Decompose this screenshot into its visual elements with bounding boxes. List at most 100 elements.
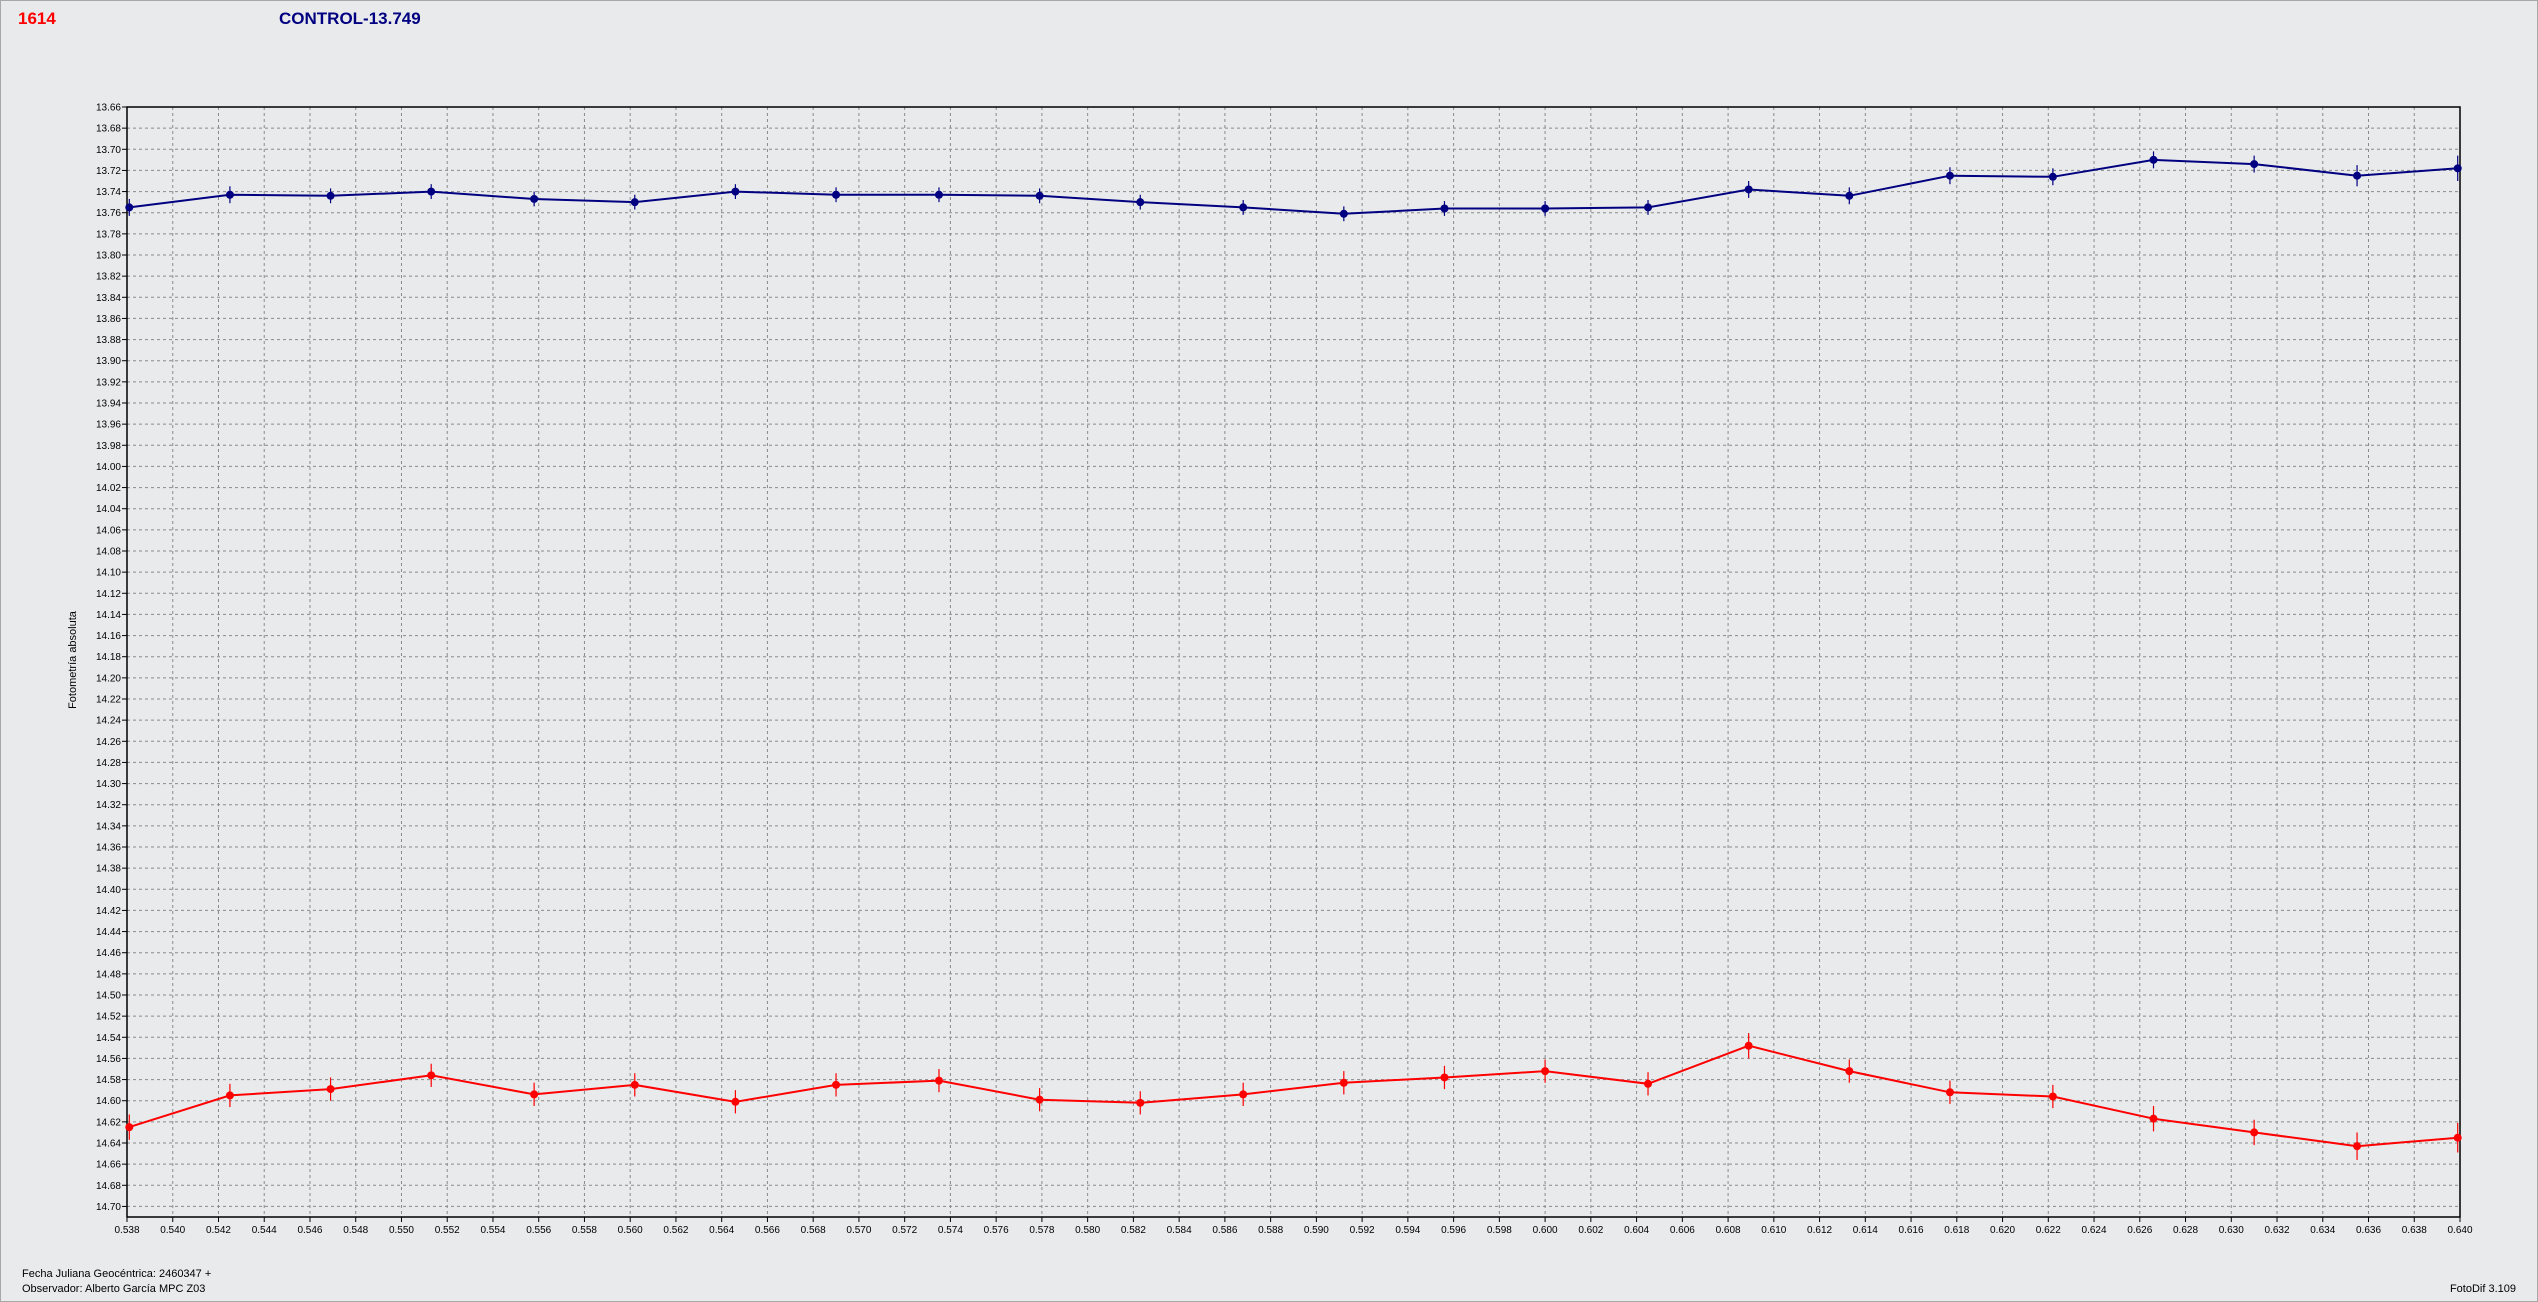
data-point	[225, 190, 234, 199]
data-point	[2048, 1092, 2057, 1101]
data-point	[1541, 204, 1550, 213]
data-point	[630, 198, 639, 207]
x-tick-label: 0.614	[1853, 1225, 1878, 1236]
data-point	[1035, 1095, 1044, 1104]
julian-date-label: Fecha Juliana Geocéntrica: 2460347 +	[22, 1268, 212, 1280]
x-tick-label: 0.548	[343, 1225, 368, 1236]
plot-area	[127, 107, 2460, 1217]
y-tick-label: 13.68	[96, 124, 121, 135]
data-point	[1945, 1088, 1954, 1097]
y-tick-label: 13.92	[96, 377, 121, 388]
data-point	[2453, 164, 2462, 173]
data-point	[1136, 198, 1145, 207]
x-tick-label: 0.574	[938, 1225, 963, 1236]
y-tick-label: 14.48	[96, 969, 121, 980]
y-tick-label: 14.68	[96, 1181, 121, 1192]
y-tick-label: 13.78	[96, 229, 121, 240]
y-tick-label: 13.72	[96, 166, 121, 177]
x-tick-label: 0.618	[1944, 1225, 1969, 1236]
x-tick-label: 0.616	[1899, 1225, 1924, 1236]
y-tick-label: 14.50	[96, 991, 121, 1002]
y-tick-label: 13.66	[96, 103, 121, 114]
y-tick-label: 14.06	[96, 525, 121, 536]
data-point	[2250, 160, 2259, 169]
x-tick-label: 0.586	[1212, 1225, 1237, 1236]
x-tick-label: 0.554	[480, 1225, 505, 1236]
x-tick-label: 0.584	[1167, 1225, 1192, 1236]
x-tick-label: 0.540	[160, 1225, 185, 1236]
x-tick-label: 0.562	[663, 1225, 688, 1236]
observer-label: Observador: Alberto García MPC Z03	[22, 1283, 206, 1295]
x-tick-label: 0.556	[526, 1225, 551, 1236]
x-tick-label: 0.582	[1121, 1225, 1146, 1236]
x-tick-label: 0.590	[1304, 1225, 1329, 1236]
x-tick-label: 0.564	[709, 1225, 734, 1236]
x-tick-label: 0.600	[1533, 1225, 1558, 1236]
x-tick-label: 0.592	[1350, 1225, 1375, 1236]
x-tick-label: 0.638	[2402, 1225, 2427, 1236]
y-tick-label: 14.28	[96, 758, 121, 769]
x-tick-label: 0.594	[1395, 1225, 1420, 1236]
y-tick-label: 14.42	[96, 906, 121, 917]
data-point	[1239, 1090, 1248, 1099]
y-tick-label: 13.80	[96, 251, 121, 262]
y-tick-label: 13.98	[96, 441, 121, 452]
data-point	[1644, 203, 1653, 212]
data-point	[225, 1091, 234, 1100]
data-point	[125, 203, 134, 212]
data-point	[2048, 172, 2057, 181]
x-tick-label: 0.576	[984, 1225, 1009, 1236]
data-point	[2353, 1142, 2362, 1151]
y-tick-label: 13.84	[96, 293, 121, 304]
data-point	[2250, 1128, 2259, 1137]
x-tick-label: 0.640	[2447, 1225, 2472, 1236]
y-tick-label: 13.74	[96, 187, 121, 198]
x-tick-label: 0.628	[2173, 1225, 2198, 1236]
x-tick-label: 0.552	[435, 1225, 460, 1236]
x-tick-label: 0.538	[114, 1225, 139, 1236]
y-tick-label: 13.82	[96, 272, 121, 283]
data-point	[326, 191, 335, 200]
y-tick-label: 14.54	[96, 1033, 121, 1044]
data-point	[731, 187, 740, 196]
y-tick-label: 13.76	[96, 208, 121, 219]
data-point	[1744, 1041, 1753, 1050]
data-point	[2149, 1114, 2158, 1123]
x-tick-label: 0.570	[846, 1225, 871, 1236]
y-tick-label: 13.96	[96, 420, 121, 431]
y-tick-label: 14.34	[96, 821, 121, 832]
x-tick-label: 0.578	[1029, 1225, 1054, 1236]
y-tick-label: 14.22	[96, 695, 121, 706]
x-tick-label: 0.634	[2310, 1225, 2335, 1236]
data-point	[1541, 1067, 1550, 1076]
x-tick-label: 0.558	[572, 1225, 597, 1236]
x-tick-label: 0.622	[2036, 1225, 2061, 1236]
data-point	[2149, 155, 2158, 164]
photometry-chart: 0.538 0.540 0.542 0.544 0.546 0.548 0.550 0.552…	[96, 103, 2473, 1237]
data-point	[427, 187, 436, 196]
y-tick-label: 13.70	[96, 145, 121, 156]
data-point	[1339, 1078, 1348, 1087]
data-point	[2453, 1133, 2462, 1142]
y-tick-label: 14.64	[96, 1139, 121, 1150]
data-point	[1035, 191, 1044, 200]
y-tick-label: 14.12	[96, 589, 121, 600]
x-tick-label: 0.612	[1807, 1225, 1832, 1236]
y-tick-label: 14.46	[96, 948, 121, 959]
y-tick-label: 14.18	[96, 652, 121, 663]
data-point	[1440, 1073, 1449, 1082]
y-tick-label: 14.32	[96, 800, 121, 811]
x-tick-label: 0.604	[1624, 1225, 1649, 1236]
y-tick-label: 14.70	[96, 1202, 121, 1213]
x-tick-label: 0.546	[297, 1225, 322, 1236]
data-point	[530, 194, 539, 203]
data-point	[326, 1085, 335, 1094]
y-tick-label: 14.58	[96, 1075, 121, 1086]
data-point	[832, 1080, 841, 1089]
x-tick-label: 0.560	[618, 1225, 643, 1236]
y-tick-label: 14.26	[96, 737, 121, 748]
x-tick-label: 0.550	[389, 1225, 414, 1236]
y-tick-label: 14.00	[96, 462, 121, 473]
x-tick-label: 0.598	[1487, 1225, 1512, 1236]
y-tick-label: 14.62	[96, 1117, 121, 1128]
